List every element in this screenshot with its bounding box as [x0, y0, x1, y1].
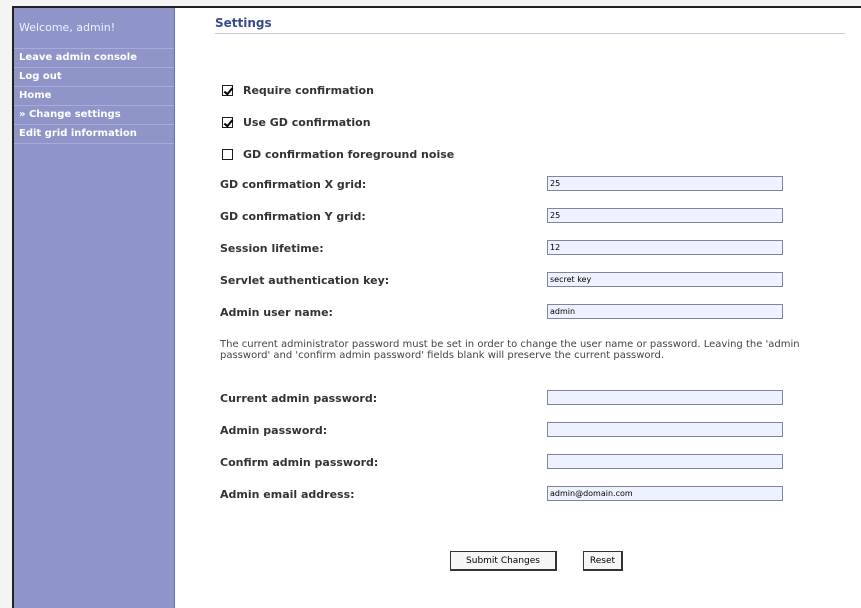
reset-button[interactable]: Reset: [583, 551, 623, 571]
sidebar-item-change-settings[interactable]: » Change settings: [14, 105, 174, 124]
servlet-key-input[interactable]: [547, 272, 783, 287]
password-note: The current administrator password must …: [220, 339, 800, 361]
require-confirmation-checkbox[interactable]: [222, 84, 233, 96]
submit-changes-button[interactable]: Submit Changes: [450, 551, 557, 571]
admin-user-name-label: Admin user name:: [220, 306, 333, 319]
servlet-key-label: Servlet authentication key:: [220, 274, 390, 287]
settings-panel: Settings Require confirmation Use GD con…: [175, 8, 861, 608]
sidebar-item-log-out[interactable]: Log out: [14, 67, 174, 86]
session-lifetime-label: Session lifetime:: [220, 242, 324, 255]
sidebar-item-edit-grid-information[interactable]: Edit grid information: [14, 124, 174, 144]
sidebar: Welcome, admin! Leave admin console Log …: [14, 8, 175, 608]
gd-foreground-noise-checkbox[interactable]: [222, 148, 233, 160]
admin-user-name-input[interactable]: [547, 304, 783, 319]
confirm-password-label: Confirm admin password:: [220, 456, 379, 469]
use-gd-confirmation-checkbox[interactable]: [222, 116, 233, 128]
x-grid-label: GD confirmation X grid:: [220, 178, 367, 191]
y-grid-input[interactable]: [547, 208, 783, 223]
current-password-input[interactable]: [547, 390, 783, 405]
confirm-password-input[interactable]: [547, 454, 783, 469]
welcome-text: Welcome, admin!: [19, 21, 116, 34]
sidebar-item-leave-admin-console[interactable]: Leave admin console: [14, 48, 174, 67]
require-confirmation-label: Require confirmation: [243, 83, 374, 97]
session-lifetime-input[interactable]: [547, 240, 783, 255]
admin-email-input[interactable]: [547, 486, 783, 501]
admin-email-label: Admin email address:: [220, 488, 355, 501]
require-confirmation-row[interactable]: Require confirmation: [222, 82, 374, 98]
use-gd-confirmation-label: Use GD confirmation: [243, 115, 371, 129]
admin-password-label: Admin password:: [220, 424, 328, 437]
admin-password-input[interactable]: [547, 422, 783, 437]
gd-foreground-noise-label: GD confirmation foreground noise: [243, 147, 455, 161]
app-frame: Welcome, admin! Leave admin console Log …: [12, 6, 861, 608]
current-password-label: Current admin password:: [220, 392, 378, 405]
gd-foreground-noise-row[interactable]: GD confirmation foreground noise: [222, 146, 454, 162]
x-grid-input[interactable]: [547, 176, 783, 191]
page-title: Settings: [215, 16, 845, 34]
y-grid-label: GD confirmation Y grid:: [220, 210, 366, 223]
sidebar-item-home[interactable]: Home: [14, 86, 174, 105]
use-gd-confirmation-row[interactable]: Use GD confirmation: [222, 114, 371, 130]
